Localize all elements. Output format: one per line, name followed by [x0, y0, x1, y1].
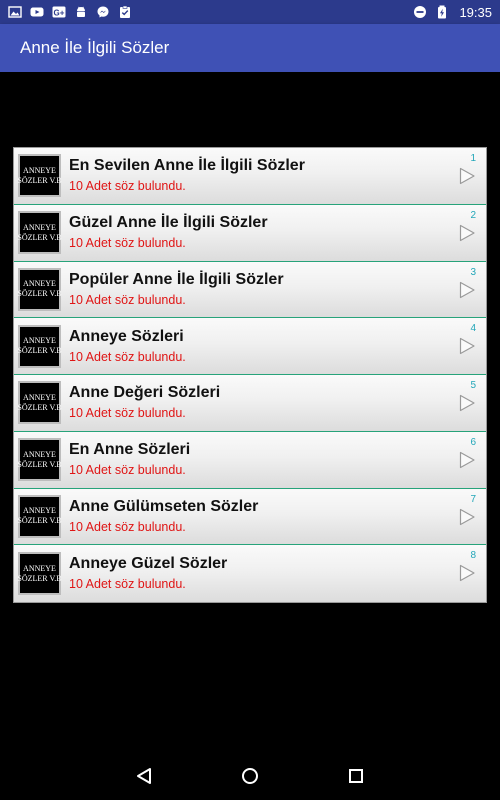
list-item-title: En Sevilen Anne İle İlgili Sözler — [69, 157, 305, 175]
list-item-title: Anneye Güzel Sözler — [69, 555, 228, 573]
list-item-title: En Anne Sözleri — [69, 441, 191, 459]
list-item[interactable]: ANNEYE SÖZLER V.B Anne Değeri Sözleri 10… — [14, 375, 486, 432]
thumbnail-text-line1: ANNEYE — [23, 506, 56, 516]
navigation-bar — [0, 752, 500, 800]
play-arrow-icon — [459, 394, 475, 412]
play-arrow-icon — [459, 508, 475, 525]
list-item-thumbnail: ANNEYE SÖZLER V.B — [17, 494, 62, 538]
recents-button[interactable] — [303, 752, 409, 800]
list-item[interactable]: ANNEYE SÖZLER V.B Anneye Sözleri 10 Adet… — [14, 318, 486, 375]
play-arrow-icon — [459, 224, 475, 241]
list-item-thumbnail: ANNEYE SÖZLER V.B — [17, 438, 62, 482]
list-item-subtitle: 10 Adet söz bulundu. — [69, 236, 186, 251]
thumbnail-text-line2: SÖZLER V.B — [17, 459, 62, 469]
list-item-number: 5 — [470, 380, 476, 391]
home-icon — [242, 768, 258, 784]
recents-icon — [349, 769, 363, 783]
list-item-subtitle: 10 Adet söz bulundu. — [69, 463, 186, 478]
list-item-number: 4 — [470, 323, 476, 335]
list-item-thumbnail: ANNEYE SÖZLER V.B — [17, 267, 62, 311]
clipboard-check-icon — [118, 5, 132, 19]
list-item[interactable]: ANNEYE SÖZLER V.B Anneye Güzel Sözler 10… — [14, 545, 486, 602]
list-item-subtitle: 10 Adet söz bulundu. — [69, 519, 186, 534]
list-item-thumbnail: ANNEYE SÖZLER V.B — [17, 552, 62, 596]
list-item-thumbnail: ANNEYE SÖZLER V.B — [17, 154, 62, 198]
image-icon — [8, 5, 22, 19]
list-item-subtitle: 10 Adet söz bulundu. — [69, 349, 186, 364]
app-bar: Anne İle İlgili Sözler — [0, 24, 500, 72]
status-bar: G+ 19:35 — [0, 0, 500, 24]
status-system-icons: 19:35 — [413, 5, 492, 20]
list-item-thumbnail: ANNEYE SÖZLER V.B — [17, 381, 62, 425]
list-item-number: 2 — [470, 209, 476, 221]
play-arrow-icon — [459, 281, 475, 298]
list-item-subtitle: 10 Adet söz bulundu. — [69, 577, 186, 592]
play-arrow-icon — [459, 338, 475, 355]
thumbnail-text-line1: ANNEYE — [23, 222, 56, 232]
thumbnail-text-line2: SÖZLER V.B — [17, 516, 62, 526]
quote-category-list: ANNEYE SÖZLER V.B En Sevilen Anne İle İl… — [13, 147, 487, 603]
thumbnail-text-line1: ANNEYE — [23, 449, 56, 459]
thumbnail-text-line2: SÖZLER V.B — [17, 232, 62, 242]
list-item-thumbnail: ANNEYE SÖZLER V.B — [17, 211, 62, 255]
do-not-disturb-icon — [413, 5, 427, 19]
list-item-title: Güzel Anne İle İlgili Sözler — [69, 214, 268, 232]
back-icon — [137, 768, 151, 784]
home-button[interactable] — [197, 752, 303, 800]
thumbnail-text-line1: ANNEYE — [23, 392, 56, 402]
back-button[interactable] — [91, 752, 197, 800]
thumbnail-text-line2: SÖZLER V.B — [17, 346, 62, 356]
thumbnail-text-line1: ANNEYE — [23, 279, 56, 289]
play-arrow-icon — [459, 451, 475, 468]
list-item-number: 8 — [470, 550, 476, 562]
list-item[interactable]: ANNEYE SÖZLER V.B En Anne Sözleri 10 Ade… — [14, 431, 486, 489]
thumbnail-text-line1: ANNEYE — [23, 336, 56, 346]
thumbnail-text-line2: SÖZLER V.B — [17, 402, 62, 412]
battery-charging-icon — [435, 5, 449, 19]
thumbnail-text-line2: SÖZLER V.B — [17, 573, 62, 583]
list-item[interactable]: ANNEYE SÖZLER V.B En Sevilen Anne İle İl… — [14, 148, 486, 205]
thumbnail-text-line1: ANNEYE — [23, 563, 56, 573]
list-item-number: 7 — [470, 493, 476, 505]
list-item-thumbnail: ANNEYE SÖZLER V.B — [17, 324, 62, 368]
play-arrow-icon — [459, 167, 475, 185]
status-time: 19:35 — [459, 4, 492, 20]
messenger-icon — [96, 5, 110, 19]
list-item-number: 3 — [470, 266, 476, 278]
thumbnail-text-line2: SÖZLER V.B — [17, 289, 62, 299]
list-item-subtitle: 10 Adet söz bulundu. — [69, 179, 186, 194]
list-item-title: Anne Gülümseten Sözler — [69, 497, 259, 515]
list-item[interactable]: ANNEYE SÖZLER V.B Güzel Anne İle İlgili … — [14, 204, 486, 262]
svg-text:G+: G+ — [54, 9, 65, 18]
list-item-title: Popüler Anne İle İlgili Sözler — [69, 270, 284, 288]
youtube-icon — [30, 5, 44, 19]
thumbnail-text-line2: SÖZLER V.B — [17, 175, 62, 185]
list-item-subtitle: 10 Adet söz bulundu. — [69, 292, 186, 307]
thumbnail-text-line1: ANNEYE — [23, 165, 56, 175]
list-item-title: Anneye Sözleri — [69, 327, 184, 345]
list-item-title: Anne Değeri Sözleri — [69, 384, 221, 402]
app-title: Anne İle İlgili Sözler — [20, 38, 170, 57]
list-item[interactable]: ANNEYE SÖZLER V.B Popüler Anne İle İlgil… — [14, 261, 486, 319]
list-item-subtitle: 10 Adet söz bulundu. — [69, 406, 186, 421]
list-item-number: 1 — [470, 153, 476, 164]
play-arrow-icon — [459, 565, 475, 582]
status-notification-icons: G+ — [8, 5, 132, 19]
list-item-number: 6 — [470, 436, 476, 448]
android-icon — [74, 5, 88, 19]
list-item[interactable]: ANNEYE SÖZLER V.B Anne Gülümseten Sözler… — [14, 488, 486, 546]
google-plus-icon: G+ — [52, 5, 66, 19]
